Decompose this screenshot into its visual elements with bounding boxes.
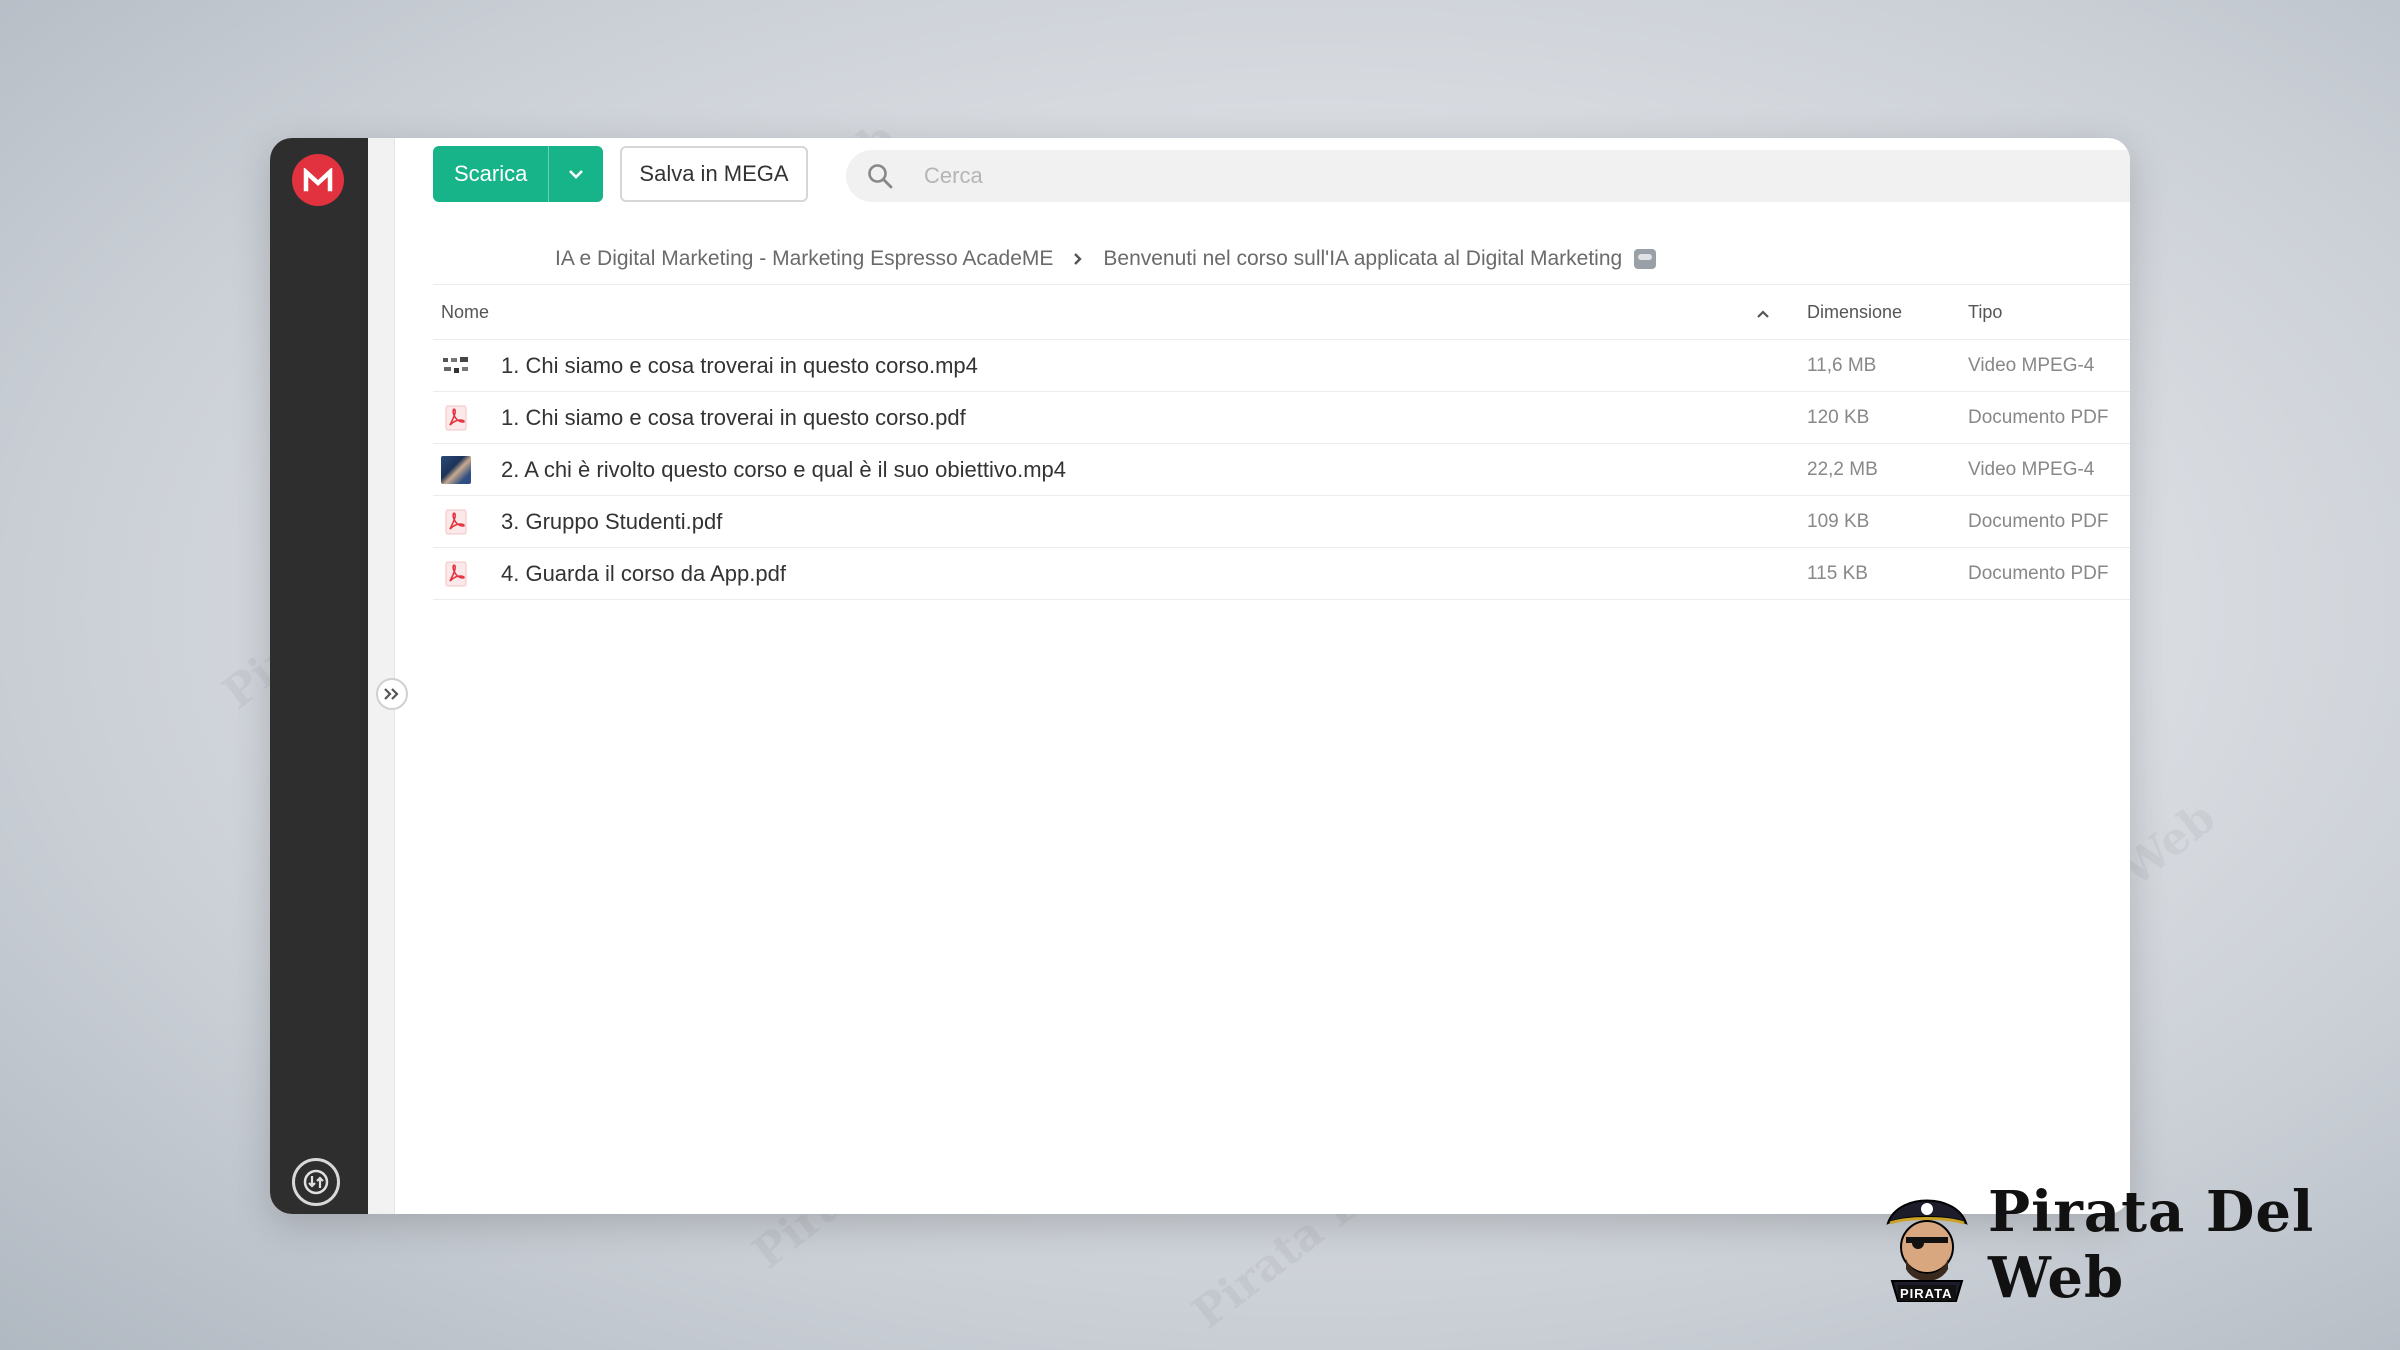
main-content: Scarica Salva in MEGA IA e D <box>395 138 2130 1214</box>
mega-logo-icon[interactable] <box>292 154 344 206</box>
file-name: 4. Guarda il corso da App.pdf <box>501 560 786 586</box>
table-header: Nome Dimensione Tipo <box>433 284 2130 340</box>
file-size: 120 KB <box>1807 406 1870 428</box>
video-thumbnail-icon <box>441 352 471 380</box>
pdf-icon <box>441 560 471 588</box>
download-button[interactable]: Scarica <box>433 146 603 202</box>
download-options-chevron-down-icon[interactable] <box>548 146 603 202</box>
brand-name: Pirata Del Web <box>1988 1179 2315 1311</box>
pdf-icon <box>441 404 471 432</box>
column-header-type[interactable]: Tipo <box>1968 302 2002 323</box>
sort-ascending-icon[interactable] <box>1756 303 1770 324</box>
download-button-label: Scarica <box>453 161 528 186</box>
search-bar[interactable] <box>846 150 2130 202</box>
sidebar <box>270 138 368 1214</box>
file-size: 22,2 MB <box>1807 458 1878 480</box>
brand-badge: PIRATA <box>1900 1286 1953 1301</box>
table-row[interactable]: 3. Gruppo Studenti.pdf 109 KB Documento … <box>433 496 2130 548</box>
search-input[interactable] <box>922 162 1526 190</box>
table-row[interactable]: 1. Chi siamo e cosa troverai in questo c… <box>433 340 2130 392</box>
breadcrumb-item-current[interactable]: Benvenuti nel corso sull'IA applicata al… <box>1103 247 1622 271</box>
breadcrumb-item-root[interactable]: IA e Digital Marketing - Marketing Espre… <box>555 247 1053 271</box>
brand-logo: PIRATA Pirata Del Web <box>1878 1179 2338 1311</box>
vr-headset-emoji-icon <box>1634 249 1657 269</box>
file-name: 2. A chi è rivolto questo corso e qual è… <box>501 456 1066 482</box>
file-type: Documento PDF <box>1968 562 2109 584</box>
toolbar: Scarica Salva in MEGA <box>433 146 2130 204</box>
pdf-icon <box>441 508 471 536</box>
table-row[interactable]: 2. A chi è rivolto questo corso e qual è… <box>433 444 2130 496</box>
file-type: Documento PDF <box>1968 406 2109 428</box>
save-to-mega-button[interactable]: Salva in MEGA <box>620 146 808 202</box>
file-size: 11,6 MB <box>1807 354 1877 376</box>
video-thumbnail-icon <box>441 456 471 484</box>
column-header-size[interactable]: Dimensione <box>1807 302 1902 323</box>
file-type: Video MPEG-4 <box>1968 354 2095 376</box>
chevron-right-icon <box>1073 246 1083 272</box>
search-icon <box>864 160 896 192</box>
file-name: 1. Chi siamo e cosa troverai in questo c… <box>501 352 978 378</box>
pirate-mascot-icon: PIRATA <box>1878 1185 1976 1305</box>
file-type: Video MPEG-4 <box>1968 458 2095 480</box>
file-table: Nome Dimensione Tipo 1. Chi siamo e cosa… <box>433 284 2130 600</box>
table-row[interactable]: 1. Chi siamo e cosa troverai in questo c… <box>433 392 2130 444</box>
collapsed-panel <box>368 138 395 1214</box>
mega-window: Scarica Salva in MEGA IA e D <box>270 138 2130 1214</box>
file-size: 115 KB <box>1807 562 1868 584</box>
file-type: Documento PDF <box>1968 510 2109 532</box>
file-size: 109 KB <box>1807 510 1870 532</box>
column-header-name[interactable]: Nome <box>441 302 489 323</box>
transfer-manager-icon[interactable] <box>292 1158 340 1206</box>
file-name: 1. Chi siamo e cosa troverai in questo c… <box>501 404 966 430</box>
file-name: 3. Gruppo Studenti.pdf <box>501 508 723 534</box>
table-row[interactable]: 4. Guarda il corso da App.pdf 115 KB Doc… <box>433 548 2130 600</box>
